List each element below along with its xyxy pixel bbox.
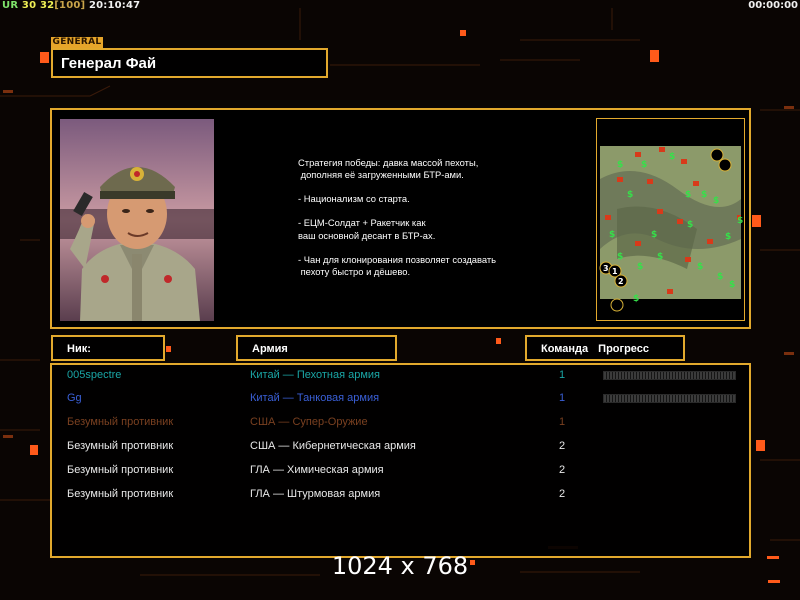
player-team: 2 [558,464,566,476]
hud-cap: [100] [54,0,86,11]
svg-text:$: $ [725,232,731,242]
general-info-panel: Стратегия победы: давка массой пехоты, д… [50,108,751,329]
svg-text:$: $ [651,230,657,240]
progress-bar [603,394,736,403]
svg-text:$: $ [637,262,643,272]
start-position-2[interactable]: 2 [618,277,624,286]
general-tag: GENERAL [51,37,103,48]
progress-bar [603,371,736,380]
player-row[interactable]: Gg Китай — Танковая армия 1 [52,389,749,409]
player-army: США — Супер-Оружие [250,416,368,428]
svg-text:$: $ [617,160,623,170]
svg-text:$: $ [617,252,623,262]
hud-clock: 20:10:47 [88,0,141,11]
svg-text:$: $ [717,272,723,282]
player-army: ГЛА — Химическая армия [250,464,384,476]
hud-ur-label: UR [2,0,19,11]
hud-timer: 00:00:00 [748,0,798,11]
player-army: ГЛА — Штурмовая армия [250,488,381,500]
player-team: 1 [558,416,566,428]
svg-text:$: $ [609,230,615,240]
svg-text:$: $ [737,216,743,226]
svg-text:$: $ [641,160,647,170]
minimap[interactable]: $$$ $$$ $$$ $$$ $$$ $$$ $$ 3 1 2 [596,118,745,321]
player-nick: Безумный противник [67,464,174,476]
players-list: 005spectre Китай — Пехотная армия 1 Gg К… [50,363,751,558]
player-nick: Безумный противник [67,440,174,452]
player-nick: 005spectre [67,369,122,381]
column-header-team: Команда [541,343,589,355]
player-team: 2 [558,440,566,452]
svg-text:$: $ [701,190,707,200]
player-army: Китай — Танковая армия [250,392,380,404]
start-position-1[interactable]: 1 [612,267,618,276]
column-header-army: Армия [236,335,397,361]
svg-text:$: $ [685,190,691,200]
hud-fps-b: 32 [39,0,55,11]
svg-text:$: $ [669,152,675,162]
player-team: 1 [558,369,566,381]
svg-text:$: $ [633,294,639,304]
column-header-progress: Прогресс [598,343,650,355]
hud-status-line: UR 30 32[100] 20:10:47 [2,0,140,11]
svg-text:$: $ [627,190,633,200]
column-header-nick: Ник: [51,335,165,361]
player-nick: Безумный противник [67,488,174,500]
player-row[interactable]: 005spectre Китай — Пехотная армия 1 [52,366,749,386]
player-row[interactable]: Безумный противник США — Супер-Оружие 1 [52,413,749,433]
svg-text:$: $ [697,262,703,272]
column-header-team-progress: Команда Прогресс [525,335,685,361]
player-army: Китай — Пехотная армия [250,369,381,381]
general-name-title: Генерал Фай [51,48,328,78]
player-nick: Gg [67,392,82,404]
player-row[interactable]: Безумный противник ГЛА — Химическая арми… [52,461,749,481]
svg-text:$: $ [657,252,663,262]
player-army: США — Кибернетическая армия [250,440,416,452]
hud-fps-a: 30 [21,0,37,11]
general-portrait-image [60,119,214,321]
player-nick: Безумный противник [67,416,174,428]
player-team: 2 [558,488,566,500]
player-row[interactable]: Безумный противник США — Кибернетическая… [52,437,749,457]
svg-text:$: $ [729,280,735,290]
strategy-description: Стратегия победы: давка массой пехоты, д… [298,157,497,277]
svg-text:$: $ [713,196,719,206]
start-position-3[interactable]: 3 [603,264,609,273]
svg-text:$: $ [687,220,693,230]
resolution-label: 1024 x 768 [331,552,469,580]
player-team: 1 [558,392,566,404]
player-row[interactable]: Безумный противник ГЛА — Штурмовая армия… [52,485,749,505]
